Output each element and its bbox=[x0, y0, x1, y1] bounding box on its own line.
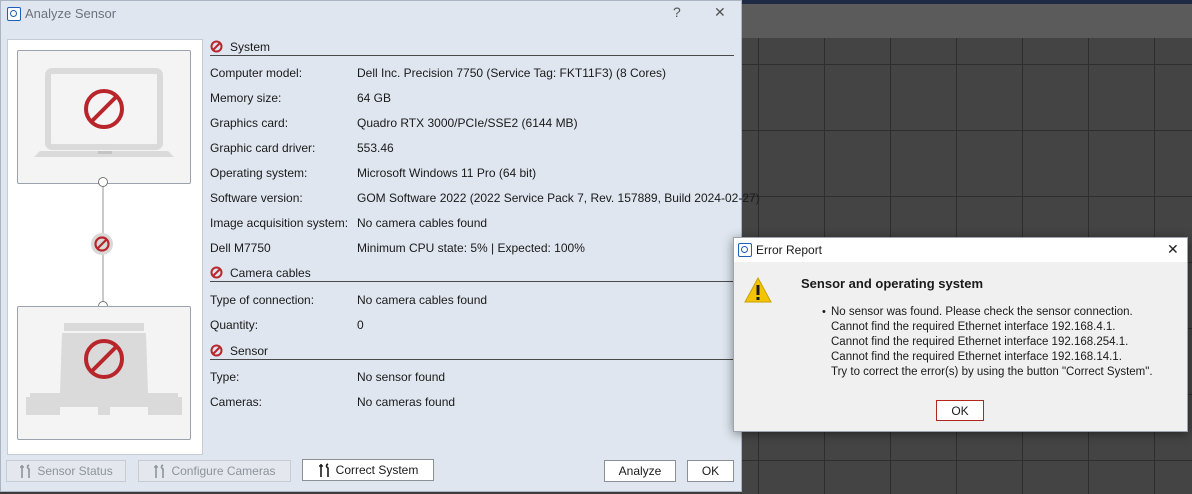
error-line: Cannot find the required Ethernet interf… bbox=[831, 351, 1122, 363]
info-row: Image acquisition system: No camera cable… bbox=[210, 214, 734, 232]
section-header-camera-cables: Camera cables bbox=[210, 265, 734, 282]
info-label: Operating system: bbox=[210, 166, 308, 180]
info-row: Quantity: 0 bbox=[210, 316, 734, 334]
error-heading: Sensor and operating system bbox=[801, 276, 984, 291]
error-close-button[interactable]: ✕ bbox=[1167, 241, 1179, 258]
info-row: Type: No sensor found bbox=[210, 368, 734, 386]
info-label: Computer model: bbox=[210, 66, 303, 80]
error-report-titlebar: Error Report ✕ bbox=[734, 238, 1187, 262]
info-label: Image acquisition system: bbox=[210, 216, 349, 230]
correct-system-button[interactable]: Correct System bbox=[302, 459, 434, 481]
info-label: Memory size: bbox=[210, 91, 282, 105]
help-button[interactable]: ? bbox=[673, 4, 681, 20]
info-row: Type of connection: No camera cables foun… bbox=[210, 291, 734, 309]
error-line: No sensor was found. Please check the se… bbox=[831, 306, 1133, 318]
analyze-sensor-titlebar: Analyze Sensor ? ✕ bbox=[1, 1, 741, 27]
window-title: Analyze Sensor bbox=[25, 6, 117, 21]
info-value: 553.46 bbox=[357, 141, 394, 155]
sensor-device-icon bbox=[26, 323, 182, 415]
info-row: Cameras: No cameras found bbox=[210, 393, 734, 411]
info-value: No cameras found bbox=[357, 395, 456, 409]
connection-prohibit-icon bbox=[91, 233, 113, 255]
info-value: Quadro RTX 3000/PCIe/SSE2 (6144 MB) bbox=[357, 116, 578, 130]
tools-icon bbox=[318, 462, 329, 477]
info-label: Software version: bbox=[210, 191, 303, 205]
computer-device-box bbox=[17, 50, 191, 184]
info-value: No sensor found bbox=[357, 370, 446, 384]
section-header-sensor: Sensor bbox=[210, 343, 734, 360]
laptop-icon bbox=[34, 68, 174, 157]
configure-cameras-button[interactable]: Configure Cameras bbox=[138, 460, 291, 482]
sensor-device-box bbox=[17, 306, 191, 440]
info-label: Type: bbox=[210, 370, 240, 384]
connection-node-top bbox=[98, 177, 108, 187]
info-value: 0 bbox=[357, 318, 364, 332]
section-title: Sensor bbox=[230, 344, 269, 358]
info-row: Graphic card driver: 553.46 bbox=[210, 139, 734, 157]
info-label: Type of connection: bbox=[210, 293, 315, 307]
connection-diagram bbox=[7, 39, 203, 455]
prohibit-icon bbox=[210, 266, 223, 279]
info-value: 64 GB bbox=[357, 91, 392, 105]
info-label: Graphics card: bbox=[210, 116, 289, 130]
info-row: Memory size: 64 GB bbox=[210, 89, 734, 107]
info-row: Dell M7750 Minimum CPU state: 5% | Expect… bbox=[210, 239, 734, 257]
info-row: Graphics card: Quadro RTX 3000/PCIe/SSE2 … bbox=[210, 114, 734, 132]
section-title: System bbox=[230, 40, 271, 54]
error-ok-button[interactable]: OK bbox=[936, 400, 984, 421]
info-label: Quantity: bbox=[210, 318, 259, 332]
info-value: GOM Software 2022 (2022 Service Pack 7, … bbox=[357, 191, 760, 205]
error-report-body: Sensor and operating system • No sensor … bbox=[734, 262, 1187, 431]
ok-button[interactable]: OK bbox=[687, 460, 734, 482]
tools-icon bbox=[20, 463, 31, 478]
sensor-status-label: Sensor Status bbox=[37, 464, 113, 478]
info-value: Dell Inc. Precision 7750 (Service Tag: F… bbox=[357, 66, 667, 80]
info-value: No camera cables found bbox=[357, 293, 488, 307]
error-line: Try to correct the error(s) by using the… bbox=[831, 366, 1153, 378]
error-line: Cannot find the required Ethernet interf… bbox=[831, 336, 1129, 348]
error-dialog-title: Error Report bbox=[756, 243, 823, 257]
section-title: Camera cables bbox=[230, 266, 311, 280]
warning-icon bbox=[744, 276, 772, 303]
error-message: • No sensor was found. Please check the … bbox=[822, 305, 1153, 380]
analyze-sensor-window: Analyze Sensor ? ✕ System Computer model… bbox=[0, 0, 760, 492]
analyze-button[interactable]: Analyze bbox=[604, 460, 676, 482]
info-label: Cameras: bbox=[210, 395, 263, 409]
sensor-status-button[interactable]: Sensor Status bbox=[6, 460, 126, 482]
info-value: Minimum CPU state: 5% | Expected: 100% bbox=[357, 241, 585, 255]
prohibit-icon bbox=[210, 40, 223, 53]
info-row: Operating system: Microsoft Windows 11 Pr… bbox=[210, 164, 734, 182]
info-value: Microsoft Windows 11 Pro (64 bit) bbox=[357, 166, 537, 180]
info-label: Dell M7750 bbox=[210, 241, 271, 255]
section-header-system: System bbox=[210, 39, 734, 56]
background-toolbar-strip bbox=[742, 4, 1192, 38]
configure-cameras-label: Configure Cameras bbox=[171, 464, 276, 478]
info-value: No camera cables found bbox=[357, 216, 488, 230]
close-button[interactable]: ✕ bbox=[714, 4, 726, 21]
correct-system-label: Correct System bbox=[335, 463, 419, 477]
error-report-dialog: Error Report ✕ Sensor and operating syst… bbox=[733, 237, 1188, 432]
bullet-glyph: • bbox=[822, 306, 826, 318]
info-row: Computer model: Dell Inc. Precision 7750 … bbox=[210, 64, 734, 82]
prohibit-icon bbox=[210, 344, 223, 357]
error-line: Cannot find the required Ethernet interf… bbox=[831, 321, 1116, 333]
app-search-icon bbox=[738, 243, 752, 257]
app-search-icon bbox=[7, 7, 21, 21]
tools-icon bbox=[154, 463, 165, 478]
info-label: Graphic card driver: bbox=[210, 141, 316, 155]
info-row: Software version: GOM Software 2022 (2022… bbox=[210, 189, 760, 207]
